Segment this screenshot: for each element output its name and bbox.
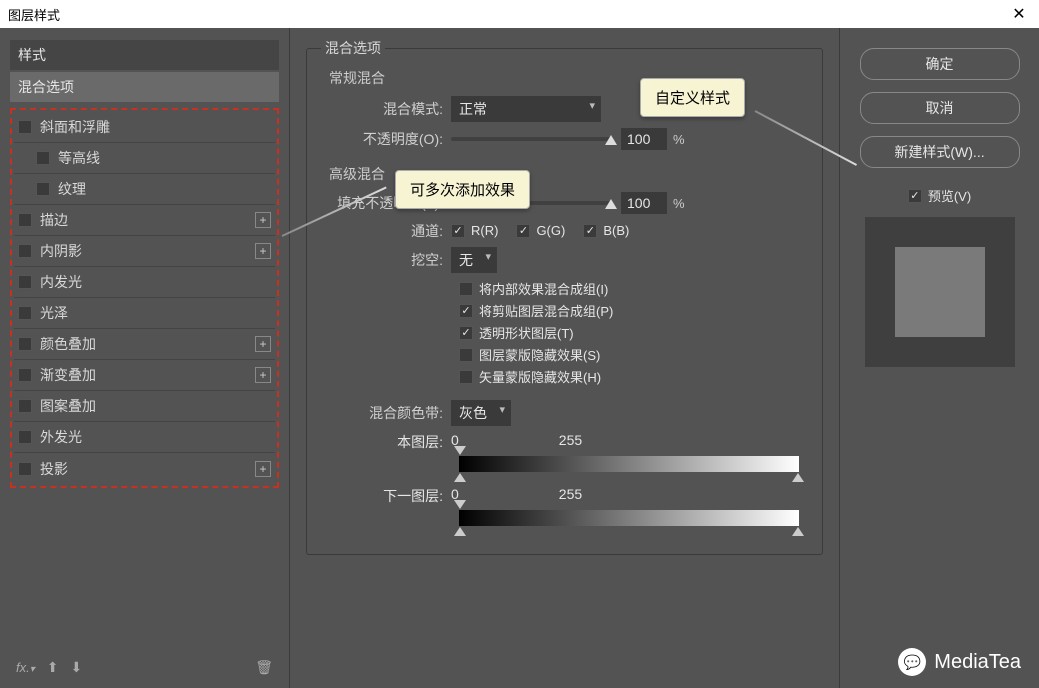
effect-row[interactable]: 渐变叠加+ (14, 360, 275, 391)
dialog-body: 样式 混合选项 斜面和浮雕等高线纹理描边+内阴影+内发光光泽颜色叠加+渐变叠加+… (0, 28, 1039, 688)
blend-mode-select[interactable]: 正常 (451, 96, 601, 122)
effect-row[interactable]: 光泽 (14, 298, 275, 329)
opacity-slider[interactable] (451, 137, 611, 141)
wechat-icon: 💬 (898, 648, 926, 676)
effect-checkbox[interactable] (18, 368, 32, 382)
percent-label: % (673, 132, 685, 147)
add-instance-icon[interactable]: + (255, 243, 271, 259)
adv-check-label: 将剪贴图层混合成组(P) (479, 301, 613, 320)
section-title: 混合选项 (321, 38, 385, 58)
styles-header[interactable]: 样式 (10, 40, 279, 70)
adv-check-label: 将内部效果混合成组(I) (479, 279, 608, 298)
effect-checkbox[interactable] (18, 430, 32, 444)
styles-panel: 样式 混合选项 斜面和浮雕等高线纹理描边+内阴影+内发光光泽颜色叠加+渐变叠加+… (0, 28, 290, 688)
effect-row[interactable]: 斜面和浮雕 (14, 112, 275, 143)
effect-row[interactable]: 内发光 (14, 267, 275, 298)
effect-label: 等高线 (58, 148, 271, 168)
add-instance-icon[interactable]: + (255, 461, 271, 477)
effect-checkbox[interactable] (18, 306, 32, 320)
effect-label: 斜面和浮雕 (40, 117, 271, 137)
effect-row[interactable]: 投影+ (14, 453, 275, 484)
fx-menu[interactable]: fx.▾ (16, 660, 35, 675)
effect-row[interactable]: 等高线 (14, 143, 275, 174)
move-up-icon[interactable]: ⬆ (47, 659, 59, 676)
styles-footer: fx.▾ ⬆ ⬇ 🗑 (10, 655, 279, 680)
effect-label: 颜色叠加 (40, 334, 255, 354)
effect-label: 图案叠加 (40, 396, 271, 416)
effect-row[interactable]: 内阴影+ (14, 236, 275, 267)
move-down-icon[interactable]: ⬇ (71, 659, 83, 676)
effect-checkbox[interactable] (18, 244, 32, 258)
channels-label: 通道: (321, 221, 451, 241)
callout-custom-style: 自定义样式 (640, 78, 745, 117)
effect-checkbox[interactable] (18, 399, 32, 413)
ok-button[interactable]: 确定 (860, 48, 1020, 80)
effect-checkbox[interactable] (36, 182, 50, 196)
adv-check-label: 图层蒙版隐藏效果(S) (479, 345, 600, 364)
channel-r-checkbox[interactable] (451, 224, 465, 238)
effect-label: 投影 (40, 459, 255, 479)
effect-row[interactable]: 纹理 (14, 174, 275, 205)
title-bar: 图层样式 ✕ (0, 0, 1039, 28)
fill-opacity-input[interactable]: 100 (621, 192, 667, 214)
new-style-button[interactable]: 新建样式(W)... (860, 136, 1020, 168)
adv-check-label: 矢量蒙版隐藏效果(H) (479, 367, 601, 386)
preview-label: 预览(V) (928, 186, 971, 205)
effect-checkbox[interactable] (18, 337, 32, 351)
effect-checkbox[interactable] (36, 151, 50, 165)
trash-icon[interactable]: 🗑 (255, 659, 273, 676)
adv-checkbox[interactable] (459, 326, 473, 340)
opacity-input[interactable]: 100 (621, 128, 667, 150)
underlying-layer-label: 下一图层: (321, 486, 451, 506)
effect-label: 内发光 (40, 272, 271, 292)
knockout-label: 挖空: (321, 250, 451, 270)
blending-options-item[interactable]: 混合选项 (10, 72, 279, 102)
preview-swatch (865, 217, 1015, 367)
action-panel: 确定 取消 新建样式(W)... 预览(V) (839, 28, 1039, 688)
adv-checkbox[interactable] (459, 282, 473, 296)
effect-label: 纹理 (58, 179, 271, 199)
effects-list: 斜面和浮雕等高线纹理描边+内阴影+内发光光泽颜色叠加+渐变叠加+图案叠加外发光投… (10, 108, 279, 488)
adv-checkbox[interactable] (459, 304, 473, 318)
blend-if-label: 混合颜色带: (321, 403, 451, 423)
watermark: 💬 MediaTea (898, 648, 1021, 676)
window-title: 图层样式 (8, 5, 60, 24)
this-layer-label: 本图层: (321, 432, 451, 452)
knockout-select[interactable]: 无 (451, 247, 497, 273)
effect-row[interactable]: 外发光 (14, 422, 275, 453)
effect-checkbox[interactable] (18, 275, 32, 289)
underlying-layer-gradient[interactable] (459, 510, 799, 526)
effect-checkbox[interactable] (18, 213, 32, 227)
this-layer-gradient[interactable] (459, 456, 799, 472)
add-instance-icon[interactable]: + (255, 336, 271, 352)
opacity-label: 不透明度(O): (321, 129, 451, 149)
effect-row[interactable]: 描边+ (14, 205, 275, 236)
blend-mode-label: 混合模式: (321, 99, 451, 119)
channel-g-checkbox[interactable] (516, 224, 530, 238)
effect-label: 描边 (40, 210, 255, 230)
effect-row[interactable]: 图案叠加 (14, 391, 275, 422)
effect-row[interactable]: 颜色叠加+ (14, 329, 275, 360)
effect-label: 内阴影 (40, 241, 255, 261)
effect-label: 外发光 (40, 427, 271, 447)
adv-checkbox[interactable] (459, 370, 473, 384)
effect-label: 光泽 (40, 303, 271, 323)
add-instance-icon[interactable]: + (255, 367, 271, 383)
effect-checkbox[interactable] (18, 462, 32, 476)
blending-options-group: 混合选项 常规混合 混合模式: 正常 不透明度(O): 100 % 高级混合 填… (306, 38, 823, 555)
callout-multi-add: 可多次添加效果 (395, 170, 530, 209)
blend-if-select[interactable]: 灰色 (451, 400, 511, 426)
adv-checkbox[interactable] (459, 348, 473, 362)
options-panel: 混合选项 常规混合 混合模式: 正常 不透明度(O): 100 % 高级混合 填… (290, 28, 839, 688)
effect-checkbox[interactable] (18, 120, 32, 134)
effect-label: 渐变叠加 (40, 365, 255, 385)
cancel-button[interactable]: 取消 (860, 92, 1020, 124)
add-instance-icon[interactable]: + (255, 212, 271, 228)
channel-b-checkbox[interactable] (583, 224, 597, 238)
adv-check-label: 透明形状图层(T) (479, 323, 574, 342)
close-icon[interactable]: ✕ (999, 0, 1039, 28)
preview-checkbox[interactable] (908, 189, 922, 203)
